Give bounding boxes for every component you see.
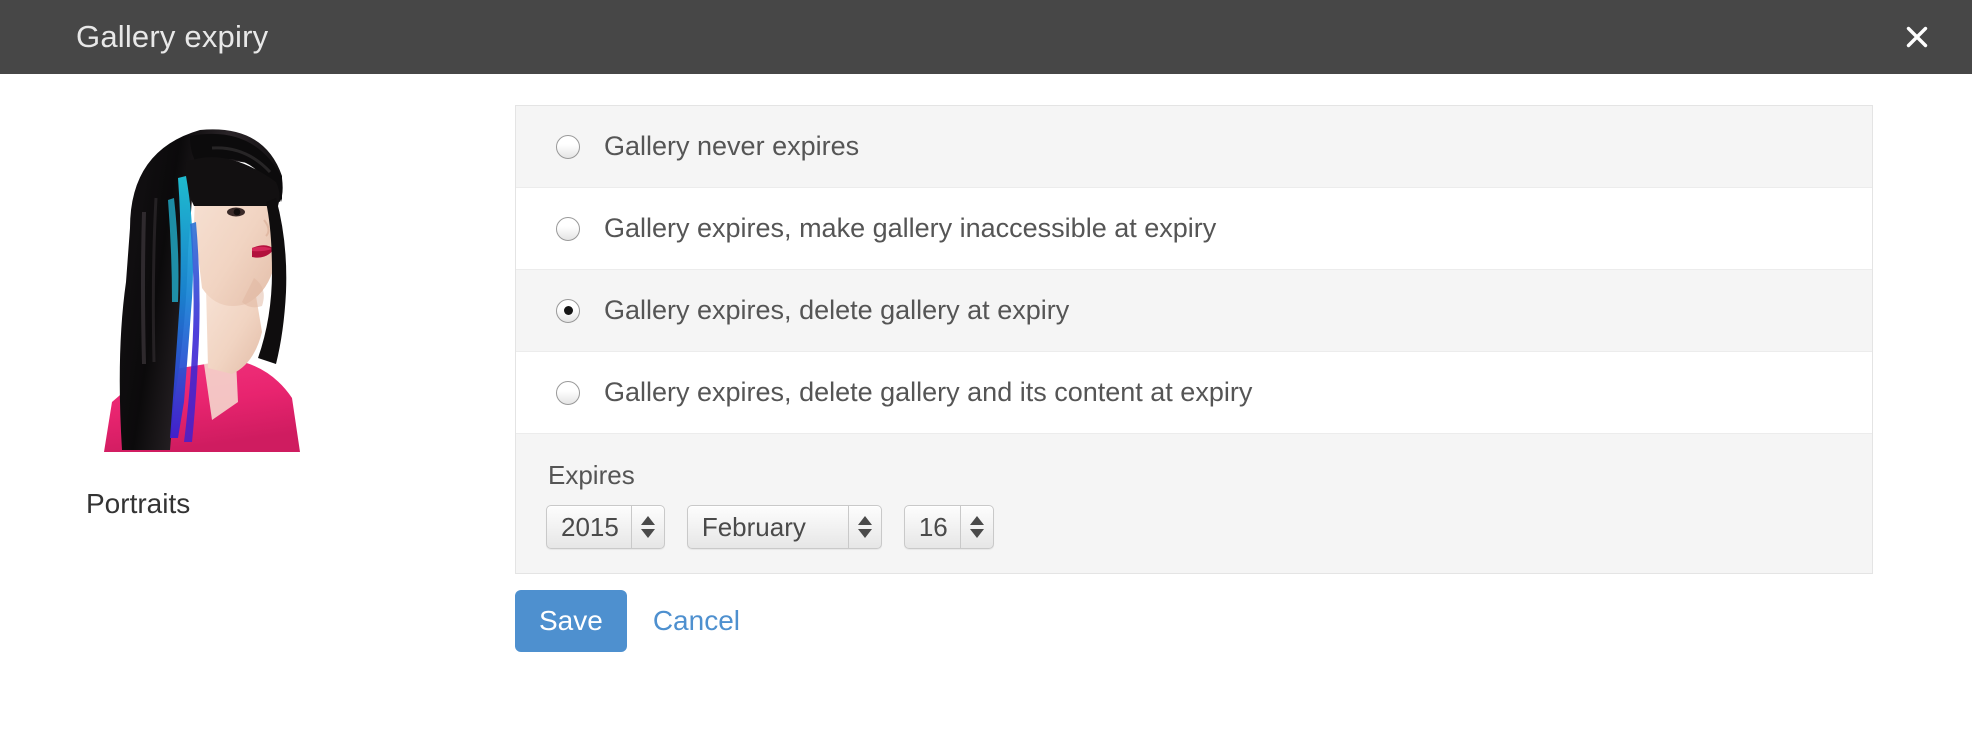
option-delete-gallery-and-content-at-expiry[interactable]: Gallery expires, delete gallery and its … [516,352,1872,434]
dialog-actions: Save Cancel [515,590,740,652]
close-icon [1904,24,1930,50]
save-button[interactable]: Save [515,590,627,652]
month-spinner[interactable] [847,506,881,548]
dialog-body: Portraits Gallery never expires Gallery … [0,74,1972,740]
day-spinner[interactable] [959,506,993,548]
day-stepper[interactable]: 16 [903,505,994,549]
radio-delete-gallery-at-expiry[interactable] [556,298,580,323]
chevron-down-icon[interactable] [640,529,655,538]
option-never-expires[interactable]: Gallery never expires [516,106,1872,188]
gallery-title: Portraits [86,488,191,519]
expiry-date-steppers: 2015 February 16 [546,505,1872,549]
expiry-options-panel: Gallery never expires Gallery expires, m… [515,105,1873,574]
dialog-title: Gallery expiry [76,19,269,54]
expires-label: Expires [548,460,635,490]
option-inaccessible-at-expiry[interactable]: Gallery expires, make gallery inaccessib… [516,188,1872,270]
chevron-up-icon[interactable] [857,516,872,525]
cancel-link[interactable]: Cancel [653,605,740,637]
year-stepper[interactable]: 2015 [546,505,665,549]
option-label: Gallery never expires [604,131,860,161]
close-button[interactable] [1896,16,1938,58]
chevron-up-icon[interactable] [969,516,984,525]
option-label: Gallery expires, delete gallery and its … [604,377,1253,407]
option-label: Gallery expires, delete gallery at expir… [604,295,1070,325]
year-value[interactable]: 2015 [547,506,631,548]
expires-date-row: Expires 2015 February 16 [516,434,1872,573]
radio-inaccessible-at-expiry[interactable] [556,216,580,241]
chevron-down-icon[interactable] [969,529,984,538]
chevron-down-icon[interactable] [857,529,872,538]
gallery-thumbnail[interactable] [86,102,308,452]
radio-delete-gallery-and-content-at-expiry[interactable] [556,380,580,405]
month-value[interactable]: February [688,506,848,548]
option-delete-gallery-at-expiry[interactable]: Gallery expires, delete gallery at expir… [516,270,1872,352]
radio-never-expires[interactable] [556,134,580,159]
year-spinner[interactable] [630,506,664,548]
chevron-up-icon[interactable] [640,516,655,525]
month-stepper[interactable]: February [686,505,882,549]
dialog-titlebar: Gallery expiry [0,0,1972,74]
gallery-preview: Portraits [60,102,480,520]
day-value[interactable]: 16 [905,506,960,548]
portrait-photo [86,102,308,452]
option-label: Gallery expires, make gallery inaccessib… [604,213,1217,243]
